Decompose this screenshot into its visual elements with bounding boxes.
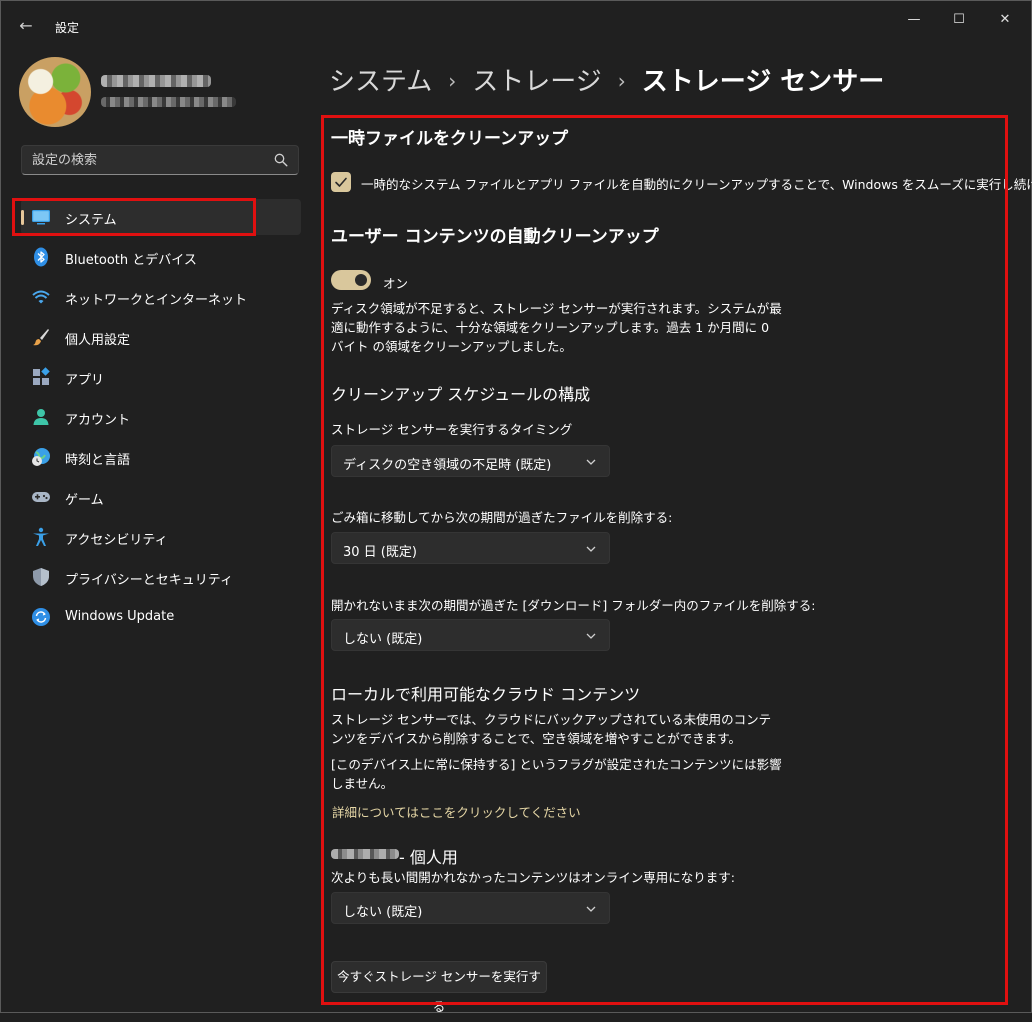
sidebar-item-privacy[interactable]: プライバシーとセキュリティ: [21, 559, 301, 595]
sidebar-item-label: 個人用設定: [65, 333, 131, 348]
account-icon: [33, 409, 49, 425]
settings-window: ← 設定 — ☐ ✕ システム: [0, 0, 1032, 1014]
sidebar-item-label: アカウント: [65, 413, 131, 428]
sidebar-item-personalization[interactable]: 個人用設定: [21, 319, 301, 355]
maximize-button[interactable]: ☐: [939, 9, 979, 31]
user-name-redacted: [101, 75, 211, 87]
chevron-right-icon: ›: [617, 69, 626, 93]
sidebar-item-accessibility[interactable]: アクセシビリティ: [21, 519, 301, 555]
shield-icon: [33, 568, 49, 586]
close-button[interactable]: ✕: [985, 9, 1025, 31]
sidebar-item-apps[interactable]: アプリ: [21, 359, 301, 395]
sidebar-item-windows-update[interactable]: Windows Update: [21, 599, 301, 635]
sidebar-item-label: プライバシーとセキュリティ: [65, 573, 233, 588]
sidebar-item-accounts[interactable]: アカウント: [21, 399, 301, 435]
sidebar-item-gaming[interactable]: ゲーム: [21, 479, 301, 515]
back-button[interactable]: ←: [15, 15, 37, 37]
sidebar-item-label: Windows Update: [65, 609, 175, 624]
globe-clock-icon: [32, 448, 50, 466]
sidebar-item-label: アプリ: [65, 373, 105, 388]
highlight-box-content: [321, 115, 1008, 1005]
sidebar-item-label: ゲーム: [65, 493, 104, 508]
refresh-icon: [32, 608, 50, 626]
paintbrush-icon: [33, 329, 49, 346]
chevron-right-icon: ›: [448, 69, 457, 93]
apps-icon: [33, 367, 50, 385]
sidebar-item-time-language[interactable]: 時刻と言語: [21, 439, 301, 475]
avatar: [19, 57, 91, 127]
accessibility-icon: [33, 527, 49, 546]
search-icon[interactable]: [274, 153, 288, 167]
breadcrumb: システム › ストレージ › ストレージ センサー: [329, 61, 884, 98]
search-box[interactable]: [21, 145, 299, 175]
sidebar-item-bluetooth[interactable]: Bluetooth とデバイス: [21, 239, 301, 275]
search-input[interactable]: [32, 146, 262, 174]
sidebar-item-label: ネットワークとインターネット: [65, 293, 248, 308]
sidebar-item-label: Bluetooth とデバイス: [65, 253, 197, 268]
bluetooth-icon: [34, 247, 48, 267]
app-title: 設定: [55, 21, 80, 35]
sidebar-nav: システム Bluetooth とデバイス ネットワークとインターネット 個人用設…: [21, 199, 301, 639]
sidebar-item-network[interactable]: ネットワークとインターネット: [21, 279, 301, 315]
user-email-redacted: [101, 97, 236, 107]
highlight-box-system: [12, 198, 256, 236]
minimize-button[interactable]: —: [894, 9, 934, 31]
gamepad-icon: [32, 492, 50, 502]
sidebar-item-label: 時刻と言語: [65, 453, 131, 468]
title-bar: ← 設定 — ☐ ✕: [1, 1, 1031, 49]
wifi-icon: [32, 290, 50, 304]
page-title: ストレージ センサー: [641, 67, 885, 97]
breadcrumb-system[interactable]: システム: [329, 67, 432, 97]
sidebar-item-label: アクセシビリティ: [65, 533, 168, 548]
user-profile[interactable]: [19, 57, 299, 131]
breadcrumb-storage[interactable]: ストレージ: [472, 67, 601, 97]
